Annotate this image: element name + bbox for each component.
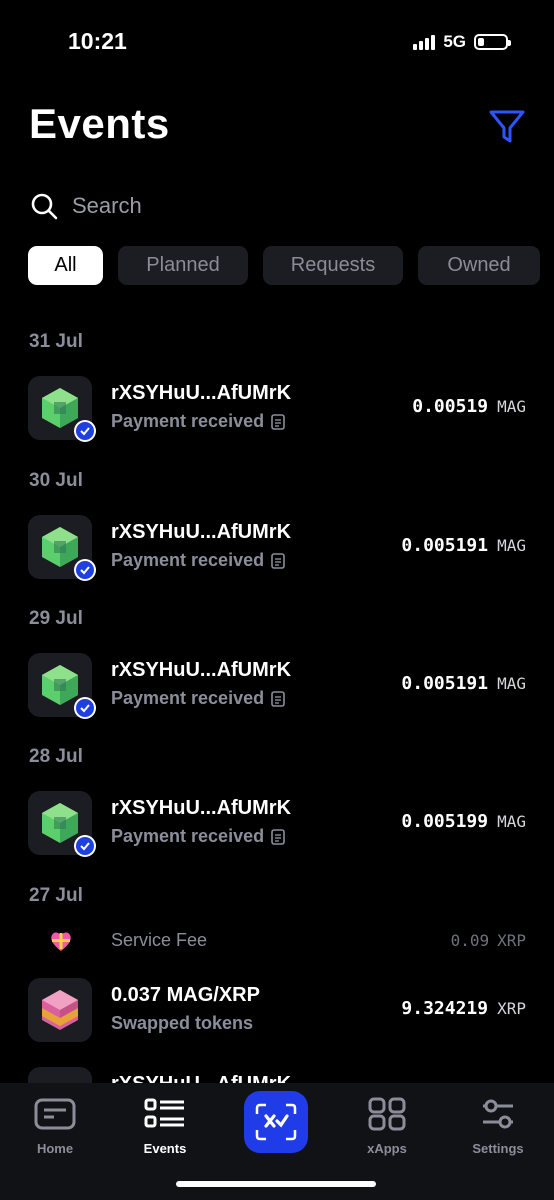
tab-label: Settings bbox=[472, 1141, 524, 1156]
network-label: 5G bbox=[443, 32, 466, 51]
scan-button[interactable] bbox=[244, 1091, 308, 1153]
tab-xapps[interactable]: xApps bbox=[347, 1097, 427, 1156]
event-row[interactable]: rXSYHuU...AfUMrK Payment received 0.0051… bbox=[28, 653, 526, 719]
date-header: 29 Jul bbox=[29, 608, 83, 629]
sliders-icon bbox=[483, 1099, 513, 1129]
date-header: 31 Jul bbox=[29, 331, 83, 352]
event-type: Payment received bbox=[111, 411, 265, 431]
amount-currency: XRP bbox=[497, 931, 526, 950]
date-header: 30 Jul bbox=[29, 470, 83, 491]
tab-label: Home bbox=[36, 1141, 74, 1156]
memo-icon bbox=[271, 413, 285, 430]
filter-icon[interactable] bbox=[488, 108, 526, 146]
tab-label: Events bbox=[143, 1141, 187, 1156]
list-icon bbox=[144, 1098, 184, 1128]
event-title: rXSYHuU...AfUMrK bbox=[111, 382, 292, 404]
event-type: Swapped tokens bbox=[111, 1013, 254, 1033]
service-fee-amount: 0.09 XRP bbox=[451, 931, 526, 950]
amount-value: 0.005191 bbox=[401, 535, 489, 556]
event-type: Payment received bbox=[111, 550, 265, 570]
event-title: rXSYHuU...AfUMrK bbox=[111, 659, 292, 681]
heart-gift-icon bbox=[51, 932, 71, 951]
tab-label: xApps bbox=[367, 1141, 407, 1156]
status-icons: 5G bbox=[413, 32, 511, 52]
service-fee-row[interactable]: Service Fee 0.09 XRP bbox=[28, 925, 526, 957]
date-header: 27 Jul bbox=[29, 885, 83, 906]
tab-home[interactable]: Home bbox=[15, 1097, 95, 1156]
battery-icon bbox=[474, 34, 511, 50]
memo-icon bbox=[271, 690, 285, 707]
wallet-icon bbox=[34, 1098, 76, 1130]
event-row[interactable]: rXSYHuU...AfUMrK Payment received 0.0051… bbox=[28, 791, 526, 857]
event-type: Payment received bbox=[111, 826, 265, 846]
tab-requests[interactable]: Requests bbox=[263, 246, 403, 285]
verified-badge-icon bbox=[74, 697, 96, 719]
event-amount: 9.324219 XRP bbox=[401, 998, 526, 1019]
event-row[interactable]: rXSYHuU...AfUMrK Payment received 0.0051… bbox=[28, 376, 526, 442]
verified-badge-icon bbox=[74, 835, 96, 857]
tab-events[interactable]: Events bbox=[125, 1097, 205, 1156]
event-subtitle: Payment received bbox=[111, 688, 285, 709]
tab-planned[interactable]: Planned bbox=[118, 246, 248, 285]
event-amount: 0.00519 MAG bbox=[412, 396, 526, 417]
event-subtitle: Payment received bbox=[111, 550, 285, 571]
amount-currency: MAG bbox=[497, 397, 526, 416]
home-indicator bbox=[176, 1181, 376, 1187]
amount-value: 9.324219 bbox=[401, 998, 489, 1019]
tab-settings[interactable]: Settings bbox=[458, 1097, 538, 1156]
verified-badge-icon bbox=[74, 559, 96, 581]
event-amount: 0.005199 MAG bbox=[401, 811, 526, 832]
grid-icon bbox=[368, 1097, 406, 1131]
signal-icon bbox=[413, 34, 436, 50]
amount-currency: MAG bbox=[497, 674, 526, 693]
service-fee-label: Service Fee bbox=[111, 930, 208, 950]
status-time: 10:21 bbox=[68, 28, 127, 54]
xumm-scan-icon bbox=[255, 1103, 297, 1141]
date-header: 28 Jul bbox=[29, 746, 83, 767]
search-icon bbox=[31, 193, 58, 220]
memo-icon bbox=[271, 828, 285, 845]
event-subtitle: Payment received bbox=[111, 826, 285, 847]
swap-token-icon bbox=[28, 978, 92, 1042]
amount-value: 0.00519 bbox=[412, 396, 489, 417]
amount-currency: XRP bbox=[497, 999, 526, 1018]
search-input[interactable]: Search bbox=[30, 186, 524, 226]
filter-tabs: All Planned Requests Owned bbox=[28, 246, 540, 285]
amount-currency: MAG bbox=[497, 536, 526, 555]
page-title: Events bbox=[29, 100, 170, 147]
amount-value: 0.005199 bbox=[401, 811, 489, 832]
amount-value: 0.005191 bbox=[401, 673, 489, 694]
event-subtitle: Payment received bbox=[111, 411, 285, 432]
amount-value: 0.09 bbox=[450, 931, 490, 950]
tab-owned[interactable]: Owned bbox=[418, 246, 540, 285]
verified-badge-icon bbox=[74, 420, 96, 442]
search-placeholder: Search bbox=[72, 193, 142, 218]
event-type: Payment received bbox=[111, 688, 265, 708]
event-title: rXSYHuU...AfUMrK bbox=[111, 521, 292, 543]
event-amount: 0.005191 MAG bbox=[401, 673, 526, 694]
tab-all[interactable]: All bbox=[28, 246, 103, 285]
memo-icon bbox=[271, 552, 285, 569]
event-title: rXSYHuU...AfUMrK bbox=[111, 797, 292, 819]
event-title: 0.037 MAG/XRP bbox=[111, 984, 260, 1006]
event-subtitle: Swapped tokens bbox=[111, 1013, 253, 1034]
event-amount: 0.005191 MAG bbox=[401, 535, 526, 556]
amount-currency: MAG bbox=[497, 812, 526, 831]
event-row[interactable]: rXSYHuU...AfUMrK Payment received 0.0051… bbox=[28, 515, 526, 581]
event-row[interactable]: 0.037 MAG/XRP Swapped tokens 9.324219 XRP bbox=[28, 978, 526, 1042]
